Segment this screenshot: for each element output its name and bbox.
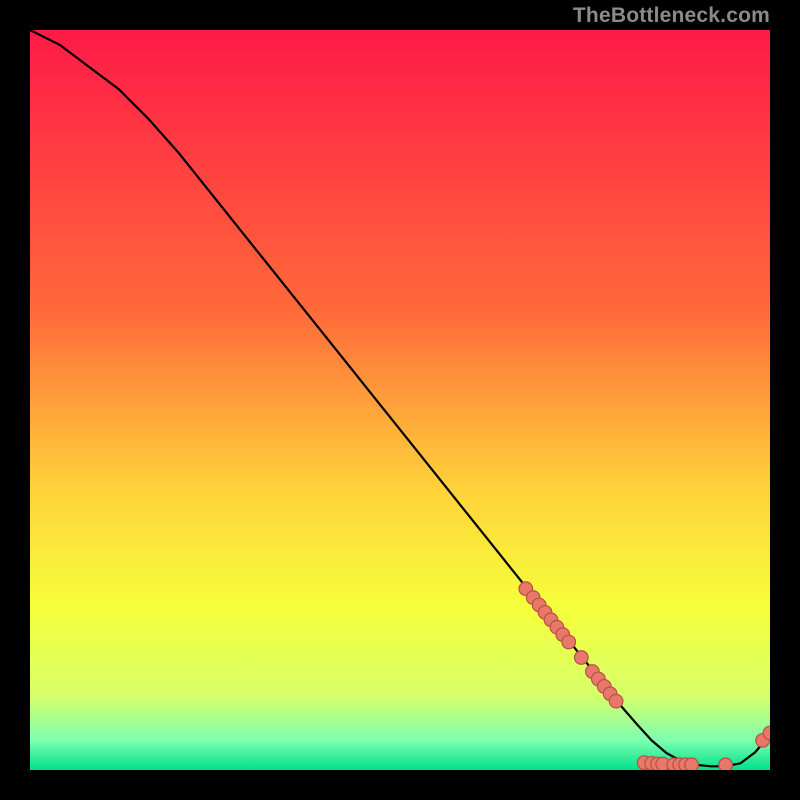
data-point — [575, 651, 589, 665]
data-point — [609, 694, 623, 708]
data-point — [719, 758, 733, 770]
plot-area — [30, 30, 770, 770]
chart-frame: TheBottleneck.com — [0, 0, 800, 800]
gradient-background — [30, 30, 770, 770]
watermark-text: TheBottleneck.com — [573, 4, 770, 28]
data-point — [685, 758, 699, 770]
chart-svg — [30, 30, 770, 770]
data-point — [562, 635, 576, 649]
